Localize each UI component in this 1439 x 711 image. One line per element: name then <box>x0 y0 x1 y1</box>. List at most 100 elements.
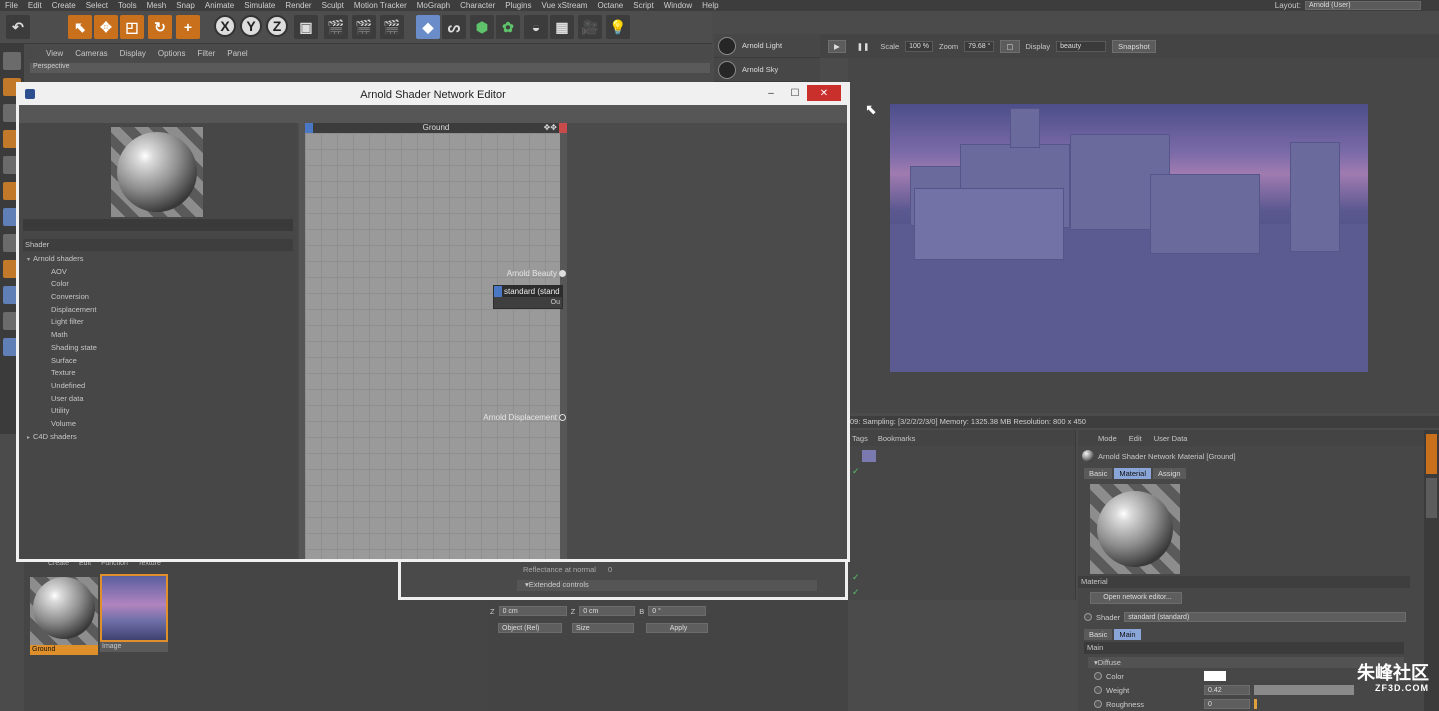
subtab-basic[interactable]: Basic <box>1084 629 1113 640</box>
display-dropdown[interactable]: beauty <box>1056 40 1107 52</box>
tree-item-c4d-shaders[interactable]: C4D shaders <box>23 431 293 444</box>
size-dropdown[interactable]: Size <box>572 623 634 633</box>
open-network-editor-button[interactable]: Open network editor... <box>1090 592 1182 604</box>
menu-bookmarks[interactable]: Bookmarks <box>878 434 916 443</box>
menu-item-plugins[interactable]: Plugins <box>500 1 536 10</box>
object-rel-dropdown[interactable]: Object (Rel) <box>498 623 562 633</box>
menu-item-window[interactable]: Window <box>659 1 697 10</box>
move-icon[interactable]: ✥ <box>94 15 118 39</box>
arnold-sky-item[interactable]: Arnold Sky <box>714 58 820 82</box>
menu-item-render[interactable]: Render <box>280 1 316 10</box>
tab-assign[interactable]: Assign <box>1153 468 1186 479</box>
viewport-menu-filter[interactable]: Filter <box>197 49 215 58</box>
viewport-menu-panel[interactable]: Panel <box>227 49 247 58</box>
layout-selector[interactable]: Layout: Arnold (User) <box>1275 0 1439 11</box>
roughness-slider[interactable] <box>1254 699 1257 709</box>
material-tag-icon[interactable] <box>862 450 876 462</box>
standard-shader-node[interactable]: standard (stand Ou <box>493 285 563 309</box>
menu-item-create[interactable]: Create <box>47 1 81 10</box>
tree-item-aov[interactable]: AOV <box>23 266 293 279</box>
menu-item-simulate[interactable]: Simulate <box>239 1 280 10</box>
menu-item-vue-xstream[interactable]: Vue xStream <box>536 1 592 10</box>
tree-item-texture[interactable]: Texture <box>23 367 293 380</box>
keyframe-dot[interactable] <box>1094 672 1102 680</box>
menu-item-mograph[interactable]: MoGraph <box>412 1 455 10</box>
tree-item-user-data[interactable]: User data <box>23 393 293 406</box>
tree-item-shading-state[interactable]: Shading state <box>23 342 293 355</box>
tree-item-color[interactable]: Color <box>23 278 293 291</box>
tree-item-conversion[interactable]: Conversion <box>23 291 293 304</box>
keyframe-dot[interactable] <box>1084 613 1092 621</box>
zoom-input[interactable]: 79.68 ° <box>964 40 995 52</box>
light-icon[interactable]: 💡 <box>606 15 630 39</box>
menu-tags[interactable]: Tags <box>852 434 868 443</box>
menu-item-character[interactable]: Character <box>455 1 500 10</box>
select-icon[interactable]: ⬉ <box>68 15 92 39</box>
maximize-icon[interactable]: ☐ <box>783 85 807 101</box>
check-icon[interactable]: ✓ <box>852 466 860 477</box>
render-picture-icon[interactable]: 🎬 <box>352 15 376 39</box>
menu-item-octane[interactable]: Octane <box>592 1 628 10</box>
menu-item-motion-tracker[interactable]: Motion Tracker <box>349 1 412 10</box>
menu-item-script[interactable]: Script <box>628 1 658 10</box>
reflectance-value[interactable]: 0 <box>608 565 612 574</box>
material-root-node[interactable]: Ground ✥✥ Arnold Beauty Arnold Displacem… <box>299 123 567 559</box>
play-icon[interactable]: ▶ <box>828 39 846 53</box>
render-settings-icon[interactable]: 🎬 <box>380 15 404 39</box>
tree-item-surface[interactable]: Surface <box>23 355 293 368</box>
deformer-icon[interactable]: ✿ <box>496 15 520 39</box>
tab-material[interactable]: Material <box>1114 468 1152 479</box>
menu-item-select[interactable]: Select <box>81 1 113 10</box>
viewport-menu-options[interactable]: Options <box>158 49 186 58</box>
weight-slider[interactable] <box>1254 685 1354 695</box>
scale-icon[interactable]: ◰ <box>120 15 144 39</box>
viewport-menu-cameras[interactable]: Cameras <box>75 49 107 58</box>
close-icon[interactable]: ✕ <box>807 85 841 101</box>
menu-item-snap[interactable]: Snap <box>171 1 200 10</box>
side-tab-layers[interactable] <box>1426 478 1437 518</box>
b-rotation-input[interactable]: 0 ° <box>648 606 707 616</box>
shader-search-field[interactable] <box>23 219 293 231</box>
tree-item-utility[interactable]: Utility <box>23 405 293 418</box>
editor-titlebar[interactable]: Arnold Shader Network Editor – ☐ ✕ <box>19 85 847 105</box>
menu-item-tools[interactable]: Tools <box>113 1 142 10</box>
x-axis-icon[interactable]: X <box>214 15 236 37</box>
subtab-main[interactable]: Main <box>1114 629 1141 640</box>
arnold-light-item[interactable]: Arnold Light <box>714 34 820 58</box>
floor-icon[interactable]: ▦ <box>550 15 574 39</box>
y-axis-icon[interactable]: Y <box>240 15 262 37</box>
coord-system-icon[interactable]: ▣ <box>294 15 318 39</box>
layout-dropdown[interactable]: Arnold (User) <box>1305 1 1421 10</box>
rotate-icon[interactable]: ↻ <box>148 15 172 39</box>
generator-icon[interactable]: ⬢ <box>470 15 494 39</box>
check-icon[interactable]: ✓ <box>852 587 860 598</box>
root-node-header[interactable]: Ground ✥✥ <box>305 123 567 133</box>
tree-item-displacement[interactable]: Displacement <box>23 304 293 317</box>
menu-item-edit[interactable]: Edit <box>23 1 47 10</box>
snapshot-button[interactable]: Snapshot <box>1112 39 1156 53</box>
shader-dropdown[interactable]: standard (standard) <box>1124 612 1407 622</box>
roughness-input[interactable]: 0 <box>1204 699 1250 709</box>
tree-item-math[interactable]: Math <box>23 329 293 342</box>
spline-icon[interactable]: ᔕ <box>442 15 466 39</box>
menu-edit[interactable]: Edit <box>1129 434 1142 443</box>
tree-item-arnold-shaders[interactable]: Arnold shaders <box>23 253 293 266</box>
menu-item-file[interactable]: File <box>0 1 23 10</box>
z-position-input[interactable]: 0 cm <box>498 606 567 616</box>
menu-item-animate[interactable]: Animate <box>200 1 239 10</box>
node-move-icon[interactable]: ✥✥ <box>544 123 557 133</box>
tree-item-undefined[interactable]: Undefined <box>23 380 293 393</box>
viewport-menu-view[interactable]: View <box>46 49 63 58</box>
viewport-menu-display[interactable]: Display <box>120 49 146 58</box>
environment-icon[interactable]: ◒ <box>524 15 548 39</box>
tab-basic[interactable]: Basic <box>1084 468 1113 479</box>
render-view-icon[interactable]: 🎬 <box>324 15 348 39</box>
region-icon[interactable]: ▢ <box>1000 39 1020 53</box>
weight-input[interactable]: 0.42 <box>1204 685 1250 695</box>
pause-icon[interactable]: ❚❚ <box>851 40 875 52</box>
keyframe-dot[interactable] <box>1094 700 1102 708</box>
cube-icon[interactable]: ◆ <box>416 15 440 39</box>
material-ground[interactable]: Ground <box>30 574 98 655</box>
menu-item-help[interactable]: Help <box>697 1 723 10</box>
port-arnold-beauty[interactable] <box>559 270 566 277</box>
